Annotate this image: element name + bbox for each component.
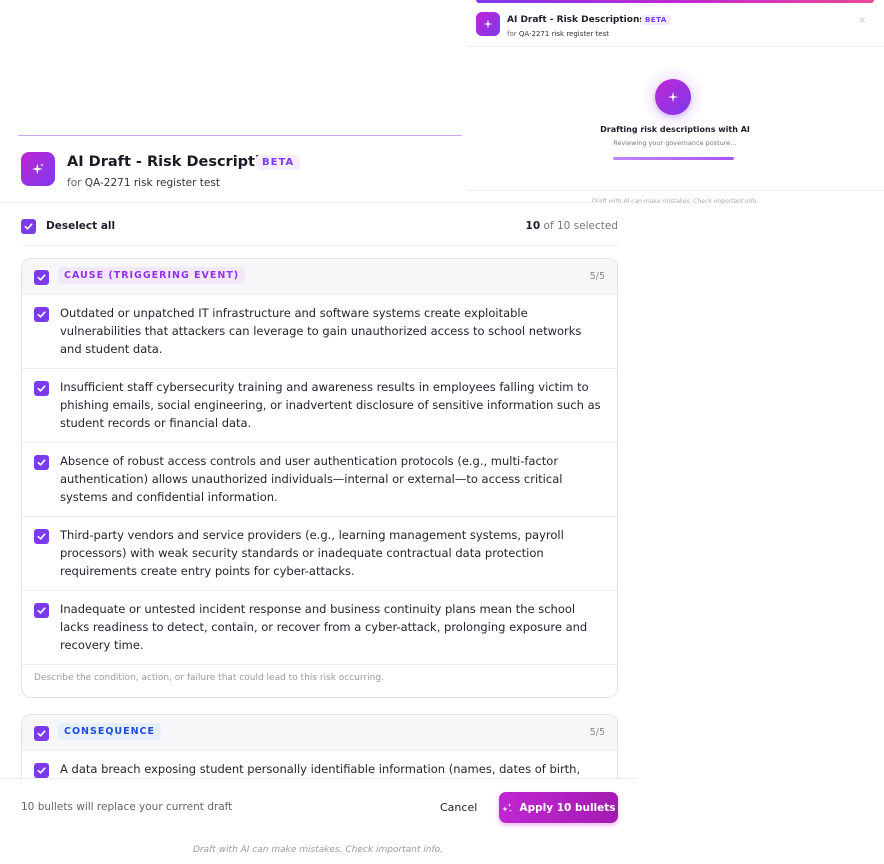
loading-status: Drafting risk descriptions with AI xyxy=(600,125,750,134)
apply-button-label: Apply 10 bullets xyxy=(519,801,616,814)
loading-modal-subtitle: for QA-2271 risk register test xyxy=(507,30,609,38)
section-card-cause: CAUSE (TRIGGERING EVENT) 5/5 Outdated or… xyxy=(21,258,618,698)
section-header: CAUSE (TRIGGERING EVENT) 5/5 xyxy=(22,259,617,295)
bullet-text: Insufficient staff cybersecurity trainin… xyxy=(60,380,601,430)
section-header: CONSEQUENCE 5/5 xyxy=(22,715,617,751)
section-tag: CAUSE (TRIGGERING EVENT) xyxy=(58,267,246,284)
sparkle-spinner-icon xyxy=(655,79,691,115)
modal-accent-bar xyxy=(476,0,874,3)
checkmark-icon xyxy=(37,311,46,318)
risk-reference: QA-2271 risk register test xyxy=(518,30,609,38)
bullet-checkbox[interactable] xyxy=(34,455,49,470)
bullet-checkbox[interactable] xyxy=(34,307,49,322)
divider xyxy=(466,190,884,191)
section-count: 5/5 xyxy=(589,727,605,738)
divider xyxy=(466,46,884,47)
modal-top-border xyxy=(18,135,462,136)
checkmark-icon xyxy=(37,274,46,281)
checkmark-icon xyxy=(37,459,46,466)
beta-badge: BETA xyxy=(256,155,301,170)
loading-modal: AI Draft - Risk Descriptions BETA for QA… xyxy=(466,0,884,212)
section-tag: CONSEQUENCE xyxy=(58,723,162,740)
sparkles-icon xyxy=(502,802,512,812)
selected-number: 10 xyxy=(525,220,541,232)
loading-progress-bar xyxy=(613,157,734,160)
bullet-checkbox[interactable] xyxy=(34,603,49,618)
apply-button[interactable]: Apply 10 bullets xyxy=(499,792,618,823)
replace-note: 10 bullets will replace your current dra… xyxy=(21,801,233,813)
risk-reference: QA-2271 risk register test xyxy=(84,177,220,189)
cancel-button[interactable]: Cancel xyxy=(440,801,477,814)
bullet-item[interactable]: Insufficient staff cybersecurity trainin… xyxy=(22,369,617,443)
bullet-checkbox[interactable] xyxy=(34,763,49,778)
selected-total: of 10 selected xyxy=(543,220,618,232)
section-count: 5/5 xyxy=(589,271,605,282)
bullet-item[interactable]: Third-party vendors and service provider… xyxy=(22,517,617,591)
checkmark-icon xyxy=(37,607,46,614)
loading-modal-title: AI Draft - Risk Descriptions xyxy=(507,15,645,25)
for-prefix: for xyxy=(67,177,82,189)
checkmark-icon xyxy=(37,767,46,774)
ai-disclaimer: Draft with AI can make mistakes. Check i… xyxy=(192,845,444,855)
beta-badge: BETA xyxy=(641,15,671,25)
header-divider xyxy=(0,202,636,203)
bullet-text: Outdated or unpatched IT infrastructure … xyxy=(60,306,582,356)
selected-count: 10 of 10 selected xyxy=(526,220,618,232)
progress-fill xyxy=(613,157,734,160)
section-checkbox[interactable] xyxy=(34,270,49,285)
bullet-text: Inadequate or untested incident response… xyxy=(60,602,588,652)
loading-substatus: Reviewing your governance posture… xyxy=(613,139,737,147)
page-subtitle: for QA-2271 risk register test xyxy=(67,177,220,189)
bullet-text: Third-party vendors and service provider… xyxy=(60,528,564,578)
close-icon[interactable]: × xyxy=(858,16,866,26)
loading-modal-header: AI Draft - Risk Descriptions BETA for QA… xyxy=(476,12,874,44)
bullet-text: Absence of robust access controls and us… xyxy=(60,454,563,504)
modal-footer: 10 bullets will replace your current dra… xyxy=(0,778,636,836)
for-prefix: for xyxy=(507,30,517,38)
sparkle-icon xyxy=(476,12,500,36)
selection-row: Deselect all 10 of 10 selected xyxy=(21,218,618,236)
bullet-item[interactable]: Outdated or unpatched IT infrastructure … xyxy=(22,295,617,369)
bullet-checkbox[interactable] xyxy=(34,529,49,544)
divider xyxy=(21,245,618,246)
bullet-checkbox[interactable] xyxy=(34,381,49,396)
sparkle-icon xyxy=(21,152,55,186)
deselect-all-label[interactable]: Deselect all xyxy=(46,220,115,232)
section-hint: Describe the condition, action, or failu… xyxy=(34,673,384,683)
checkmark-icon xyxy=(37,533,46,540)
deselect-all-checkbox[interactable] xyxy=(21,219,36,234)
section-checkbox[interactable] xyxy=(34,726,49,741)
bullet-item[interactable]: Inadequate or untested incident response… xyxy=(22,591,617,665)
checkmark-icon xyxy=(37,730,46,737)
checkmark-icon xyxy=(24,223,33,230)
bullet-text: A data breach exposing student personall… xyxy=(60,762,581,776)
bullet-item[interactable]: Absence of robust access controls and us… xyxy=(22,443,617,517)
checkmark-icon xyxy=(37,385,46,392)
